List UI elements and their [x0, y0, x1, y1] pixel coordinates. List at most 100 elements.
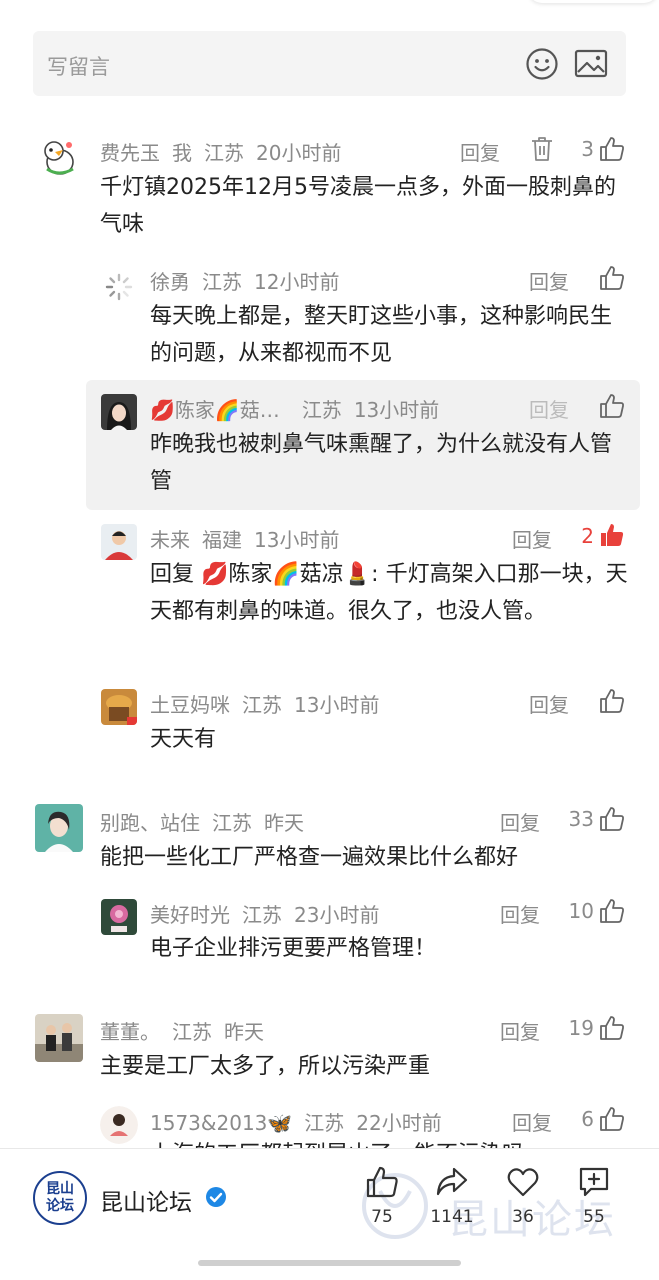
- timestamp: 22小时前: [356, 1111, 442, 1135]
- location: 福建: [202, 528, 242, 552]
- comment-action-button[interactable]: 55: [564, 1165, 624, 1227]
- thumbs-up-icon[interactable]: [599, 806, 625, 832]
- avatar[interactable]: [35, 804, 83, 852]
- location: 江苏: [204, 141, 244, 165]
- comment-add-icon: [579, 1167, 609, 1197]
- comment-text: 千灯镇2025年12月5号凌晨一点多，外面一股刺鼻的气味: [100, 175, 616, 237]
- thumbs-up-icon[interactable]: [599, 1015, 625, 1041]
- like-count: 33: [568, 807, 594, 831]
- comment-text: 主要是工厂太多了，所以污染严重: [100, 1054, 431, 1079]
- timestamp: 23小时前: [294, 903, 380, 927]
- comment-meta: 别跑、站住 江苏 昨天: [100, 807, 316, 836]
- comment-meta: 董董。 江苏 昨天: [100, 1016, 276, 1045]
- comment-count: 55: [583, 1207, 605, 1227]
- location: 江苏: [242, 903, 282, 927]
- avatar[interactable]: [101, 689, 137, 725]
- username[interactable]: 土豆妈咪: [150, 693, 230, 717]
- emoji-icon[interactable]: [525, 47, 559, 81]
- timestamp: 12小时前: [254, 270, 340, 294]
- like-count: 2: [581, 524, 594, 548]
- favorite-action-button[interactable]: 36: [493, 1165, 553, 1227]
- comment-input-placeholder: 写留言: [47, 55, 110, 79]
- forum-logo-text: 昆山 论坛: [46, 1181, 74, 1214]
- favorite-count: 36: [512, 1207, 534, 1227]
- reply-button[interactable]: 回复: [529, 266, 569, 295]
- location: 江苏: [202, 270, 242, 294]
- like-count: 3: [581, 137, 594, 161]
- username[interactable]: 1573&2013🦋: [150, 1111, 292, 1135]
- thumbs-up-icon: [366, 1166, 398, 1198]
- reply-button[interactable]: 回复: [500, 807, 540, 836]
- avatar[interactable]: [101, 899, 137, 935]
- avatar[interactable]: [35, 1014, 83, 1062]
- forum-name[interactable]: 昆山论坛: [100, 1183, 192, 1217]
- timestamp: 昨天: [264, 811, 304, 835]
- reply-button[interactable]: 回复: [529, 689, 569, 718]
- location: 江苏: [242, 693, 282, 717]
- heart-icon: [507, 1168, 539, 1197]
- comment-meta: 美好时光 江苏 23小时前: [150, 899, 391, 928]
- share-action-button[interactable]: 1141: [422, 1165, 482, 1227]
- trash-icon[interactable]: [530, 136, 554, 162]
- comment-meta: 费先玉我江苏 20小时前: [100, 137, 353, 166]
- thumbs-up-icon[interactable]: [599, 393, 625, 419]
- location: 江苏: [212, 811, 252, 835]
- share-count: 1141: [430, 1207, 474, 1227]
- thumbs-up-icon[interactable]: [599, 136, 625, 162]
- reply-button[interactable]: 回复: [512, 524, 552, 553]
- timestamp: 13小时前: [254, 528, 340, 552]
- verified-badge-icon: [206, 1187, 226, 1207]
- comment-text: 电子企业排污更要严格管理！: [150, 936, 437, 961]
- reply-button[interactable]: 回复: [529, 394, 569, 423]
- username[interactable]: 未来: [150, 528, 190, 552]
- username[interactable]: 徐勇: [150, 270, 190, 294]
- comment-text: 昨晚我也被刺鼻气味熏醒了，为什么就没有人管管: [150, 432, 613, 494]
- thumbs-up-filled-icon[interactable]: [599, 522, 625, 548]
- avatar[interactable]: [101, 394, 137, 430]
- thumbs-up-icon[interactable]: [599, 688, 625, 714]
- comment-text: 能把一些化工厂严格查一遍效果比什么都好: [100, 845, 519, 870]
- reply-button[interactable]: 回复: [460, 137, 500, 166]
- comment-meta: 徐勇 江苏 12小时前: [150, 266, 351, 295]
- comment-text: 天天有: [150, 727, 217, 752]
- comment-meta: 1573&2013🦋 江苏 22小时前: [150, 1107, 454, 1136]
- location: 江苏: [301, 398, 342, 422]
- like-count: 6: [581, 1107, 594, 1131]
- username[interactable]: 费先玉: [100, 141, 160, 165]
- thumbs-up-icon[interactable]: [599, 1106, 625, 1132]
- location: 江苏: [304, 1111, 345, 1135]
- comment-text: 每天晚上都是，整天盯这些小事，这种影响民生的问题，从来都视而不见: [150, 304, 613, 366]
- comment-meta: 土豆妈咪 江苏 13小时前: [150, 689, 391, 718]
- thumbs-up-icon[interactable]: [599, 265, 625, 291]
- like-count: 19: [568, 1016, 594, 1040]
- home-indicator[interactable]: [198, 1260, 461, 1266]
- comment-text: 回复 💋陈家🌈菇凉💄: 千灯高架入口那一块，天天都有刺鼻的味道。很久了，也没人管…: [150, 562, 628, 624]
- thumbs-up-icon[interactable]: [599, 898, 625, 924]
- reply-button[interactable]: 回复: [500, 1016, 540, 1045]
- forum-logo[interactable]: 昆山 论坛: [33, 1171, 87, 1225]
- username[interactable]: 董董。: [100, 1020, 160, 1044]
- like-action-button[interactable]: 75: [352, 1165, 412, 1227]
- username[interactable]: 别跑、站住: [100, 811, 200, 835]
- share-icon: [436, 1167, 468, 1196]
- timestamp: 13小时前: [294, 693, 380, 717]
- avatar[interactable]: [100, 1106, 138, 1144]
- avatar[interactable]: [101, 524, 137, 560]
- comment-meta: 💋陈家🌈菇… 江苏 13小时前: [150, 394, 451, 423]
- avatar[interactable]: [39, 137, 80, 178]
- like-count: 75: [371, 1207, 393, 1227]
- timestamp: 昨天: [224, 1020, 264, 1044]
- like-count: 10: [568, 899, 594, 923]
- author-tag: 我: [172, 141, 192, 165]
- username[interactable]: 💋陈家🌈菇…: [150, 398, 280, 422]
- avatar-loading[interactable]: [103, 271, 135, 303]
- timestamp: 13小时前: [353, 398, 440, 422]
- comment-input-field[interactable]: 写留言: [33, 31, 626, 96]
- top-handle: [528, 0, 658, 3]
- reply-button[interactable]: 回复: [500, 899, 540, 928]
- location: 江苏: [172, 1020, 212, 1044]
- reply-button[interactable]: 回复: [512, 1107, 552, 1136]
- loading-spinner-icon: [105, 273, 133, 301]
- username[interactable]: 美好时光: [150, 903, 230, 927]
- image-icon[interactable]: [574, 48, 608, 80]
